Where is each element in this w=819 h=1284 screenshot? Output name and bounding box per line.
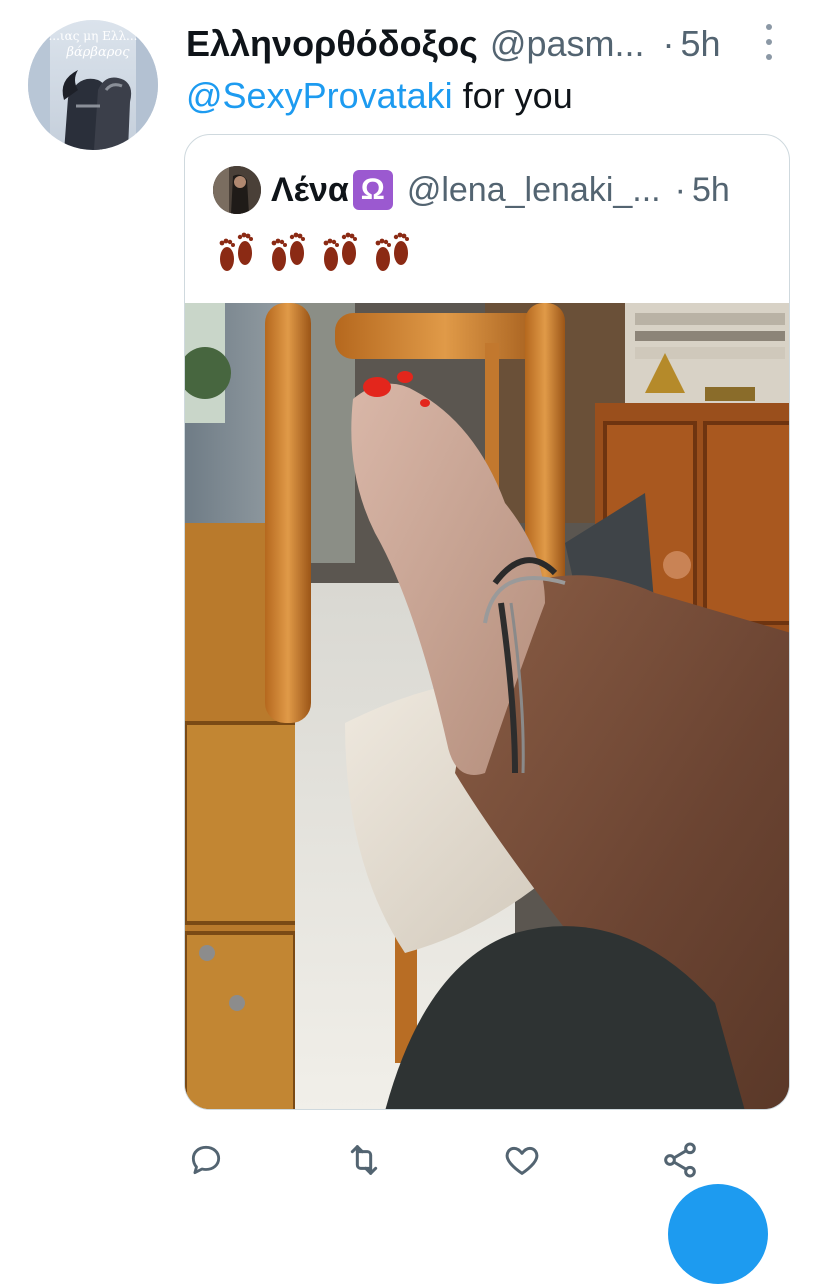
quoted-tweet-header: Λένα Ω @lena_lenaki_... · 5h	[213, 165, 773, 215]
mention-link[interactable]: @SexyProvataki	[186, 75, 453, 116]
user-handle[interactable]: @pasm...	[490, 20, 645, 68]
quoted-photo[interactable]	[185, 303, 789, 1109]
photo-foot-on-chair	[185, 303, 789, 1109]
quoted-user-handle[interactable]: @lena_lenaki_...	[407, 171, 661, 210]
quoted-tweet-card[interactable]: Λένα Ω @lena_lenaki_... · 5h	[184, 134, 790, 1110]
quoted-display-name[interactable]: Λένα	[271, 171, 349, 210]
avatar-image: ...ιας μη Ελλ... βάρβαρος	[28, 20, 158, 150]
avatar-lettering-line-2: βάρβαρος	[66, 45, 131, 60]
retweet-icon[interactable]	[342, 1138, 386, 1182]
reply-icon[interactable]	[184, 1138, 228, 1182]
tweet-action-bar	[0, 1138, 819, 1182]
footprints-icon	[219, 232, 253, 271]
quoted-tweet-time[interactable]: 5h	[692, 171, 730, 210]
quoted-tweet-text	[215, 231, 413, 281]
display-name[interactable]: Ελληνορθόδοξος	[186, 20, 478, 68]
compose-button[interactable]	[668, 1184, 768, 1284]
footprints-icon	[271, 232, 305, 271]
tweet-text: @SexyProvataki for you	[186, 74, 573, 118]
avatar-lettering-line-1: ...ιας μη Ελλ...	[48, 29, 137, 43]
footprints-icon	[375, 232, 409, 271]
avatar[interactable]: ...ιας μη Ελλ... βάρβαρος	[28, 20, 158, 150]
quoted-separator-dot: ·	[674, 170, 686, 209]
footprints-icon	[323, 232, 357, 271]
more-options-icon[interactable]	[762, 24, 776, 60]
tweet-header: Ελληνορθόδοξος @pasm... · 5h	[186, 20, 779, 68]
quoted-avatar	[213, 166, 261, 214]
libra-icon: Ω	[352, 170, 393, 210]
separator-dot: ·	[662, 23, 675, 64]
tweet-time[interactable]: 5h	[681, 20, 721, 68]
share-icon[interactable]	[658, 1138, 702, 1182]
like-icon[interactable]	[500, 1138, 544, 1182]
tweet-body-text: for you	[462, 75, 573, 116]
